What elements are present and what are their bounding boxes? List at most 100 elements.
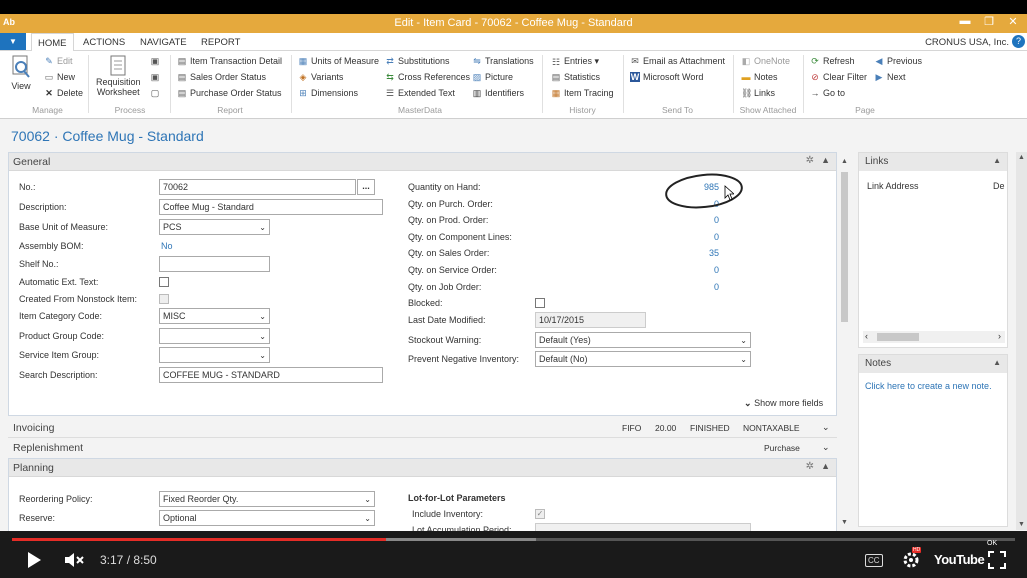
- qty-sales-order-value[interactable]: 35: [679, 248, 719, 258]
- no-field[interactable]: 70062: [159, 179, 356, 195]
- notes-button[interactable]: ▬ Notes: [741, 72, 778, 82]
- qty-component-lines-value[interactable]: 0: [679, 232, 719, 242]
- factbox-scrollbar[interactable]: ▲ ▼: [1016, 152, 1027, 530]
- entries-button[interactable]: ☷ Entries ▾: [551, 56, 599, 67]
- tab-actions[interactable]: ACTIONS: [83, 37, 125, 48]
- history-b-label: Statistics: [564, 72, 601, 82]
- qty-job-order-value[interactable]: 0: [679, 282, 719, 292]
- process-action-3[interactable]: ▢: [150, 88, 163, 98]
- create-note-link[interactable]: Click here to create a new note.: [865, 381, 992, 391]
- scroll-down-icon[interactable]: ▼: [841, 519, 848, 526]
- previous-button[interactable]: ◀ Previous: [874, 56, 922, 66]
- edit-button[interactable]: ✎ Edit: [44, 56, 72, 66]
- qty-service-order-value[interactable]: 0: [679, 265, 719, 275]
- qty-prod-order-value[interactable]: 0: [679, 215, 719, 225]
- links-hscrollbar[interactable]: ‹ ›: [863, 331, 1005, 343]
- mute-icon[interactable]: [64, 552, 86, 568]
- units-of-measure-button[interactable]: ▦ Units of Measure: [298, 56, 379, 66]
- extended-text-button[interactable]: ☰ Extended Text: [385, 88, 455, 98]
- card-scroll-thumb[interactable]: [841, 172, 848, 322]
- app-menu-button[interactable]: ▼: [0, 33, 26, 50]
- tab-report[interactable]: REPORT: [201, 37, 240, 48]
- service-item-group-select[interactable]: ⌄: [159, 347, 270, 363]
- no-lookup-button[interactable]: ...: [357, 179, 375, 195]
- customize-icon[interactable]: ✲: [806, 155, 814, 166]
- substitutions-button[interactable]: ⇄ Substitutions: [385, 56, 449, 66]
- links-hscroll-thumb[interactable]: [877, 333, 919, 341]
- new-button[interactable]: ▭ New: [44, 72, 75, 82]
- play-icon[interactable]: [26, 551, 42, 569]
- general-header[interactable]: General ✲ ▲: [9, 153, 836, 171]
- item-category-select[interactable]: MISC ⌄: [159, 308, 270, 324]
- clear-filter-button[interactable]: ⊘ Clear Filter: [810, 72, 867, 82]
- scroll-left-icon[interactable]: ‹: [865, 331, 868, 341]
- collapse-icon[interactable]: ▲: [993, 358, 1001, 367]
- item-tracing-button[interactable]: ▦ Item Tracing: [551, 88, 614, 98]
- product-group-label: Product Group Code:: [19, 331, 105, 341]
- search-description-field[interactable]: COFFEE MUG - STANDARD: [159, 367, 383, 383]
- process-action-2[interactable]: ▣: [150, 72, 163, 82]
- reserve-select[interactable]: Optional ⌄: [159, 510, 375, 526]
- process-action-1[interactable]: ▣: [150, 56, 163, 66]
- collapse-icon[interactable]: ▲: [993, 156, 1001, 165]
- md-i-label: Identifiers: [485, 88, 525, 98]
- identifiers-button[interactable]: ▥ Identifiers: [472, 88, 524, 98]
- chevron-down-icon: ⌄: [259, 223, 266, 232]
- scroll-down-icon[interactable]: ▼: [1018, 521, 1025, 528]
- refresh-button[interactable]: ⟳ Refresh: [810, 56, 854, 66]
- item-transaction-detail-button[interactable]: ▤ Item Transaction Detail: [177, 56, 282, 66]
- purchase-order-status-button[interactable]: ▤ Purchase Order Status: [177, 88, 282, 98]
- close-button[interactable]: ✕: [1001, 15, 1025, 31]
- collapse-icon[interactable]: ▲: [821, 461, 830, 471]
- group-label-show-attached: Show Attached: [739, 105, 797, 115]
- assembly-bom-value[interactable]: No: [161, 241, 173, 251]
- microsoft-word-button[interactable]: W Microsoft Word: [630, 72, 703, 82]
- stockout-warning-select[interactable]: Default (Yes) ⌄: [535, 332, 751, 348]
- minimize-button[interactable]: ▬: [953, 15, 977, 31]
- notes-header[interactable]: Notes ▲: [859, 355, 1007, 373]
- statistics-button[interactable]: ▤ Statistics: [551, 72, 600, 82]
- help-icon[interactable]: ?: [1012, 35, 1025, 48]
- translations-button[interactable]: ⇋ Translations: [472, 56, 533, 66]
- chevron-down-icon[interactable]: ⌄: [822, 442, 830, 453]
- links-header[interactable]: Links ▲: [859, 153, 1007, 171]
- fullscreen-icon[interactable]: [988, 551, 1006, 569]
- product-group-select[interactable]: ⌄: [159, 328, 270, 344]
- prevent-negative-select[interactable]: Default (No) ⌄: [535, 351, 751, 367]
- scroll-up-icon[interactable]: ▲: [1018, 154, 1025, 161]
- requisition-worksheet-button[interactable]: Requisition Worksheet: [96, 55, 141, 97]
- view-button[interactable]: View: [10, 55, 32, 91]
- onenote-button[interactable]: ◧ OneNote: [741, 56, 790, 66]
- captions-icon[interactable]: CC: [865, 554, 883, 567]
- description-field[interactable]: Coffee Mug - Standard: [159, 199, 383, 215]
- auto-ext-text-checkbox[interactable]: [159, 277, 169, 287]
- planning-header[interactable]: Planning ✲ ▲: [9, 459, 836, 477]
- collapse-icon[interactable]: ▲: [821, 155, 830, 165]
- picture-button[interactable]: ▨ Picture: [472, 72, 513, 82]
- youtube-logo[interactable]: YouTube: [934, 552, 985, 567]
- base-uom-select[interactable]: PCS ⌄: [159, 219, 270, 235]
- dimensions-button[interactable]: ⊞ Dimensions: [298, 88, 358, 98]
- next-button[interactable]: ▶ Next: [874, 72, 906, 82]
- restore-button[interactable]: ❐: [977, 15, 1001, 31]
- invoicing-header[interactable]: Invoicing: [13, 422, 54, 434]
- cross-references-button[interactable]: ⇆ Cross References: [385, 72, 470, 82]
- scroll-right-icon[interactable]: ›: [998, 331, 1001, 341]
- delete-button[interactable]: ✕ Delete: [44, 88, 83, 98]
- replenishment-header[interactable]: Replenishment: [13, 442, 83, 454]
- blocked-checkbox[interactable]: [535, 298, 545, 308]
- go-to-button[interactable]: → Go to: [810, 88, 846, 98]
- variants-button[interactable]: ◈ Variants: [298, 72, 344, 82]
- reordering-policy-select[interactable]: Fixed Reorder Qty. ⌄: [159, 491, 375, 507]
- chevron-down-icon[interactable]: ⌄: [822, 422, 830, 433]
- sales-order-status-button[interactable]: ▤ Sales Order Status: [177, 72, 266, 82]
- shelf-no-field[interactable]: [159, 256, 270, 272]
- tab-navigate[interactable]: NAVIGATE: [140, 37, 187, 48]
- customize-icon[interactable]: ✲: [806, 461, 814, 472]
- email-as-attachment-button[interactable]: ✉ Email as Attachment: [630, 56, 725, 66]
- show-more-fields-link[interactable]: ⌄ Show more fields: [744, 398, 823, 409]
- group-label-sendto: Send To: [661, 105, 694, 115]
- links-button[interactable]: ⛓ Links: [741, 88, 775, 98]
- scroll-up-icon[interactable]: ▲: [841, 158, 848, 165]
- tab-home[interactable]: HOME: [31, 33, 74, 52]
